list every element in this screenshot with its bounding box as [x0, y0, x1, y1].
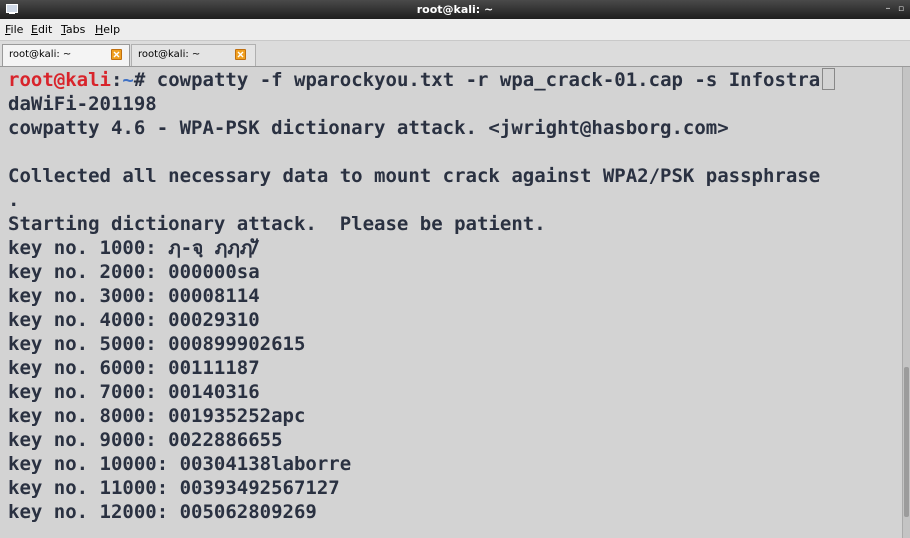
tab-bar: root@kali: ~ root@kali: ~: [0, 41, 910, 67]
tab-terminal-1[interactable]: root@kali: ~: [2, 44, 130, 66]
terminal-output[interactable]: root@kali:~# cowpatty -f wparockyou.txt …: [0, 67, 902, 538]
menu-file-label: ile: [10, 23, 24, 36]
terminal-line: key no. 5000: 000899902615: [8, 333, 306, 355]
close-tab-icon[interactable]: [111, 49, 122, 60]
terminal-line: cowpatty 4.6 - WPA-PSK dictionary attack…: [8, 117, 729, 139]
terminal-window: root@kali: ~ – ▫ File Edit Tabs Help roo…: [0, 0, 910, 538]
window-title: root@kali: ~: [416, 3, 494, 16]
terminal-line: .: [8, 189, 20, 211]
scrollbar-thumb[interactable]: [904, 367, 909, 517]
menu-bar: File Edit Tabs Help: [0, 19, 910, 41]
terminal-line: key no. 10000: 00304138laborre: [8, 453, 352, 475]
menu-edit-label: dit: [37, 23, 53, 36]
tab-label: root@kali: ~: [138, 49, 201, 60]
terminal-scrollbar[interactable]: [902, 67, 910, 538]
tab-label: root@kali: ~: [9, 49, 72, 60]
terminal-line: Collected all necessary data to mount cr…: [8, 165, 821, 187]
prompt-user: root@kali: [8, 69, 111, 91]
terminal-line: key no. 7000: 00140316: [8, 381, 260, 403]
terminal-line: key no. 12000: 005062809269: [8, 501, 317, 523]
terminal-line: key no. 4000: 00029310: [8, 309, 260, 331]
terminal-line: Starting dictionary attack. Please be pa…: [8, 213, 546, 235]
terminal-line: key no. 11000: 00393492567127: [8, 477, 340, 499]
command-text: cowpatty -f wparockyou.txt -r wpa_crack-…: [156, 69, 821, 91]
maximize-button[interactable]: ▫: [895, 2, 907, 16]
menu-edit[interactable]: Edit: [31, 19, 52, 40]
terminal-line: key no. 9000: 0022886655: [8, 429, 283, 451]
terminal-line: key no. 8000: 001935252apc: [8, 405, 306, 427]
title-bar[interactable]: root@kali: ~ – ▫: [0, 0, 910, 19]
menu-tabs[interactable]: Tabs: [61, 19, 85, 40]
prompt-separator: :: [110, 69, 123, 91]
tab-terminal-2[interactable]: root@kali: ~: [131, 44, 256, 66]
terminal-line: key no. 6000: 00111187: [8, 357, 260, 379]
terminal-cursor: [822, 68, 836, 90]
menu-help[interactable]: Help: [95, 19, 120, 40]
command-line: root@kali:~# cowpatty -f wparockyou.txt …: [8, 68, 836, 92]
minimize-button[interactable]: –: [882, 2, 894, 16]
close-tab-icon[interactable]: [235, 49, 246, 60]
prompt-symbol: #: [133, 69, 157, 91]
terminal-line: key no. 3000: 00008114: [8, 285, 260, 307]
terminal-line: key no. 2000: 000000sa: [8, 261, 260, 283]
prompt-path: ~: [122, 69, 134, 91]
menu-tabs-label: abs: [65, 23, 86, 36]
menu-file[interactable]: File: [5, 19, 23, 40]
terminal-line: key no. 1000: ฦ-จฺ ฦฦฦ/ั: [8, 237, 258, 259]
terminal-line: daWiFi-201198: [8, 93, 157, 115]
menu-edit-mnemonic: E: [31, 23, 38, 36]
menu-help-label: elp: [103, 23, 121, 36]
